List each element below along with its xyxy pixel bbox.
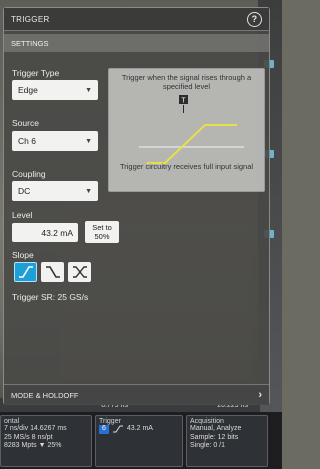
horizontal-badge[interactable]: ontal 7 ns/div 14.6267 ms 25 MS/s 8 ns/p…: [0, 415, 92, 467]
slope-either-button[interactable]: [68, 262, 91, 282]
slope-selector: [14, 262, 91, 282]
falling-edge-icon: [45, 266, 60, 278]
level-input[interactable]: 43.2 mA: [12, 223, 78, 242]
chevron-right-icon: ›: [258, 389, 262, 401]
trigger-type-value: Edge: [18, 85, 38, 95]
acquisition-title: Acquisition: [190, 418, 224, 425]
trigger-panel: TRIGGER ? SETTINGS Trigger Type Edge ▼ S…: [3, 7, 270, 405]
rising-edge-diagram: T: [139, 95, 244, 164]
chevron-down-icon: ▼: [85, 187, 92, 195]
rising-edge-icon: [18, 266, 33, 278]
trigger-badge-title: Trigger: [99, 418, 121, 425]
set50-line1: Set to: [92, 223, 112, 232]
trigger-level-value: 43.2 mA: [126, 425, 153, 432]
channel-chip: 6: [99, 425, 109, 434]
rising-edge-icon: [112, 425, 123, 433]
slope-label: Slope: [12, 250, 34, 260]
acquisition-row: Sample: 12 bits: [190, 433, 239, 441]
mode-holdoff-bar[interactable]: MODE & HOLDOFF ›: [4, 384, 269, 405]
acquisition-row: Manual, Analyze: [190, 425, 242, 432]
rising-edge-trace: [147, 124, 237, 164]
set-to-50-button[interactable]: Set to 50%: [85, 221, 119, 243]
chevron-down-icon: ▼: [85, 137, 92, 145]
horizontal-row: 8283 Mpts ▼ 25%: [4, 442, 62, 449]
coupling-value: DC: [18, 186, 31, 196]
panel-title: TRIGGER: [11, 14, 50, 24]
trigger-marker-letter: T: [181, 98, 186, 105]
trigger-badge[interactable]: Trigger 6 43.2 mA: [95, 415, 183, 467]
either-edge-icon: [72, 266, 87, 278]
source-label: Source: [12, 118, 39, 128]
horizontal-title: ontal: [4, 418, 20, 425]
trigger-diagram: Trigger when the signal rises through a …: [108, 68, 265, 192]
trigger-sample-rate: Trigger SR: 25 GS/s: [12, 292, 89, 302]
trigger-type-label: Trigger Type: [12, 68, 60, 78]
slope-rising-button[interactable]: [14, 262, 37, 282]
trigger-badge-row: 6 43.2 mA: [99, 425, 179, 434]
source-dropdown[interactable]: Ch 6 ▼: [12, 131, 98, 151]
slope-falling-button[interactable]: [41, 262, 64, 282]
acquisition-row: Single: 0 /1: [190, 442, 226, 449]
level-label: Level: [12, 210, 33, 220]
trigger-type-dropdown[interactable]: Edge ▼: [12, 80, 98, 100]
chevron-down-icon: ▼: [85, 86, 92, 94]
settings-section-bar[interactable]: SETTINGS: [4, 34, 269, 52]
help-icon[interactable]: ?: [247, 11, 262, 27]
diagram-bottom-text: Trigger circuitry receives full input si…: [119, 162, 254, 171]
acquisition-badge[interactable]: Acquisition Manual, Analyze Sample: 12 b…: [186, 415, 268, 467]
level-value: 43.2 mA: [41, 227, 73, 238]
set50-line2: 50%: [94, 232, 110, 241]
coupling-dropdown[interactable]: DC ▼: [12, 181, 98, 201]
mode-holdoff-label: MODE & HOLDOFF: [11, 390, 79, 400]
status-bar: ontal 7 ns/div 14.6267 ms 25 MS/s 8 ns/p…: [0, 412, 282, 469]
panel-header: TRIGGER ?: [4, 8, 269, 31]
horizontal-row: 7 ns/div 14.6267 ms: [4, 425, 67, 432]
coupling-label: Coupling: [12, 169, 46, 179]
horizontal-row: 25 MS/s 8 ns/pt: [4, 433, 53, 441]
source-value: Ch 6: [18, 136, 36, 146]
settings-label: SETTINGS: [11, 38, 49, 48]
